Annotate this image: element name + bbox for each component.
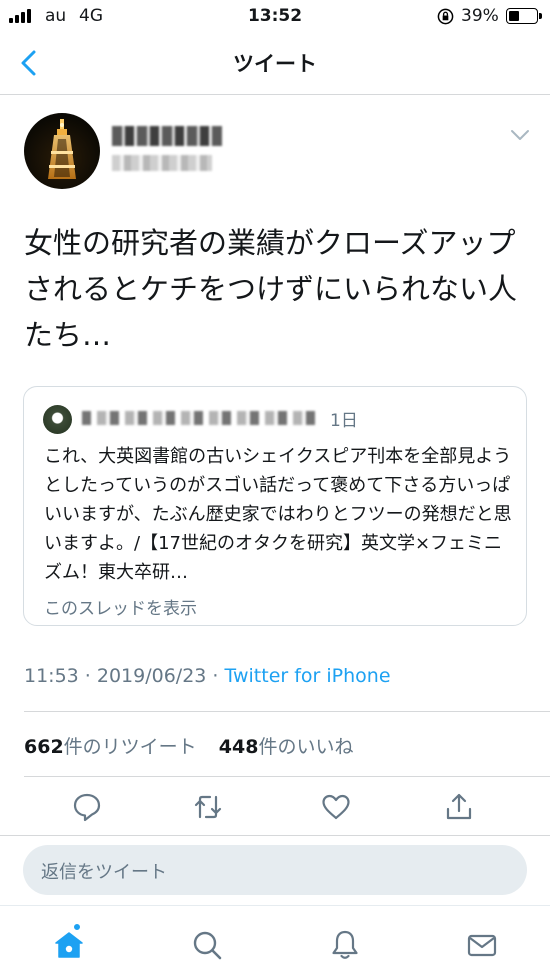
quoted-author-name-redacted xyxy=(82,411,318,425)
retweet-icon[interactable] xyxy=(192,791,224,823)
show-thread-link[interactable]: このスレッドを表示 xyxy=(44,594,197,619)
battery-icon xyxy=(506,8,542,24)
like-count: 448 xyxy=(218,736,259,758)
reply-icon[interactable] xyxy=(71,791,103,823)
quoted-tweet-text: これ、大英図書館の古いシェイクスピア刊本を全部見ようとしたっていうのがスゴい話だ… xyxy=(44,446,512,583)
orientation-lock-icon xyxy=(437,8,454,25)
home-icon[interactable] xyxy=(52,928,86,962)
quoted-tweet-card[interactable]: 1日 これ、大英図書館の古いシェイクスピア刊本を全部見ようとしたっていうのがスゴ… xyxy=(23,386,527,626)
battery-level xyxy=(509,11,519,21)
like-heart-icon[interactable] xyxy=(320,791,352,823)
status-bar: au 4G 13:52 39% xyxy=(0,0,550,34)
navigation-bar: ツイート xyxy=(0,34,550,95)
quoted-tweet-time: 1日 xyxy=(330,411,358,431)
reply-input[interactable]: 返信をツイート xyxy=(23,845,527,895)
tweet-timestamp: 11:53 · 2019/06/23 · xyxy=(24,665,225,687)
author-avatar[interactable] xyxy=(24,113,100,189)
tweet-stats: 662件のリツイート 448件のいいね xyxy=(24,732,353,759)
tweet-source-link[interactable]: Twitter for iPhone xyxy=(225,665,391,687)
battery-percentage: 39% xyxy=(461,6,499,26)
bottom-tab-bar xyxy=(0,905,550,979)
home-notification-dot xyxy=(72,922,82,932)
retweet-stat[interactable]: 662件のリツイート xyxy=(24,736,197,758)
quoted-author-avatar xyxy=(43,405,72,434)
bell-icon[interactable] xyxy=(328,928,362,962)
divider xyxy=(24,711,550,712)
share-icon[interactable] xyxy=(443,791,475,823)
divider xyxy=(0,835,550,836)
divider xyxy=(24,776,550,777)
author-display-name-redacted[interactable] xyxy=(112,126,222,146)
like-stat[interactable]: 448件のいいね xyxy=(219,736,354,758)
tweet-metadata: 11:53 · 2019/06/23 · Twitter for iPhone xyxy=(24,665,391,687)
retweet-count: 662 xyxy=(24,736,64,758)
chevron-down-icon[interactable] xyxy=(509,128,531,142)
search-icon[interactable] xyxy=(190,928,224,962)
tower-image xyxy=(48,119,76,179)
author-handle-redacted[interactable] xyxy=(112,155,212,171)
tweet-text: 女性の研究者の業績がクローズアップされるとケチをつけずにいられない人たち… xyxy=(24,226,518,352)
page-title: ツイート xyxy=(233,52,317,76)
envelope-icon[interactable] xyxy=(465,928,499,962)
retweet-label: 件のリツイート xyxy=(63,736,197,758)
like-label: 件のいいね xyxy=(258,736,354,758)
